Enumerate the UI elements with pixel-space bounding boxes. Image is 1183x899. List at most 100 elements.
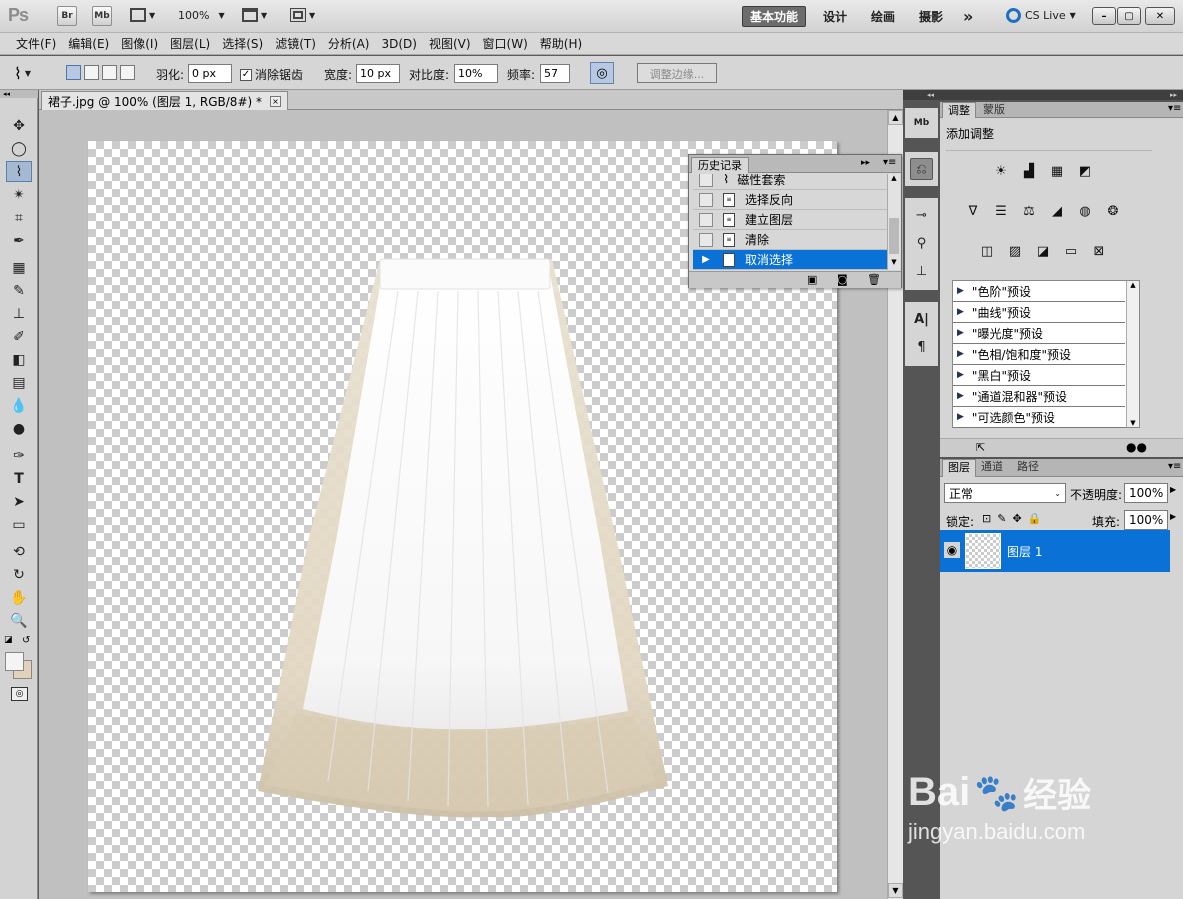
crop-tool-icon[interactable]: ⌗ — [6, 207, 32, 228]
history-tab[interactable]: 历史记录 — [691, 157, 749, 173]
antialias-checkbox[interactable]: ✓ 消除锯齿 — [240, 66, 303, 83]
view-extras-dropdown[interactable]: ▼ — [130, 8, 155, 22]
elliptical-marquee-tool-icon[interactable]: ◯ — [6, 138, 32, 159]
preset-item[interactable]: ▶ "曝光度"预设 — [953, 323, 1125, 344]
layer-row-selected[interactable]: ◉ 图层 1 — [940, 530, 1170, 572]
lock-image-pixels-icon[interactable]: ✎ — [997, 512, 1006, 525]
close-document-icon[interactable]: × — [270, 95, 281, 107]
fill-input[interactable]: 100% — [1124, 510, 1168, 530]
preset-item[interactable]: ▶ "通道混和器"预设 — [953, 386, 1125, 407]
history-brush-tool-icon[interactable]: ✐ — [6, 326, 32, 347]
brightness-contrast-icon[interactable]: ☀ — [990, 160, 1012, 182]
history-brush-source-icon[interactable]: ▶ — [699, 252, 713, 267]
new-selection-icon[interactable] — [66, 65, 81, 80]
preset-item[interactable]: ▶ "色阶"预设 — [953, 281, 1125, 302]
eraser-tool-icon[interactable]: ◧ — [6, 349, 32, 370]
new-snapshot-icon[interactable]: ◙ — [837, 273, 848, 286]
selective-color-icon[interactable]: ⊠ — [1088, 240, 1110, 262]
bridge-button[interactable]: Br — [57, 6, 77, 26]
color-balance-icon[interactable]: ⚖ — [1018, 200, 1040, 222]
width-input[interactable]: 10 px — [356, 64, 400, 83]
tab-layers[interactable]: 图层 — [942, 459, 976, 477]
history-brush-source-icon[interactable] — [699, 232, 713, 247]
3d-rotate-tool-icon[interactable]: ⟲ — [6, 541, 32, 562]
brush-tool-icon[interactable]: ✎ — [6, 280, 32, 301]
history-item[interactable]: ≡ 清除 — [693, 230, 887, 250]
threshold-icon[interactable]: ◪ — [1032, 240, 1054, 262]
menu-view[interactable]: 视图(V) — [423, 33, 477, 55]
lock-transparent-pixels-icon[interactable]: ⊡ — [982, 512, 991, 525]
scroll-down-icon[interactable]: ▼ — [1127, 419, 1139, 427]
invert-icon[interactable]: ◫ — [976, 240, 998, 262]
paragraph-panel-icon[interactable]: ¶ — [910, 336, 933, 358]
collapse-panel-icon[interactable]: ▸▸ — [861, 158, 870, 168]
scroll-up-icon[interactable]: ▲ — [888, 110, 903, 125]
return-to-list-icon[interactable]: ⇱ — [976, 441, 985, 454]
history-brush-source-icon[interactable] — [699, 174, 713, 187]
tab-channels[interactable]: 通道 — [976, 459, 1008, 475]
preset-item[interactable]: ▶ "可选颜色"预设 — [953, 407, 1125, 428]
eyedropper-tool-icon[interactable]: ✒ — [6, 230, 32, 251]
presets-scrollbar[interactable]: ▲ ▼ — [1126, 281, 1139, 427]
new-document-from-state-icon[interactable]: ▣ — [807, 273, 817, 286]
zoom-tool-icon[interactable]: 🔍 — [6, 610, 32, 631]
preset-item[interactable]: ▶ "色相/饱和度"预设 — [953, 344, 1125, 365]
type-tool-icon[interactable]: T — [6, 468, 32, 489]
character-panel-icon[interactable]: A| — [910, 308, 933, 330]
posterize-icon[interactable]: ▨ — [1004, 240, 1026, 262]
panel-menu-icon[interactable]: ▾≡ — [1168, 461, 1181, 472]
menu-help[interactable]: 帮助(H) — [534, 33, 588, 55]
collapse-toolbox-icon[interactable]: ◂◂ — [0, 90, 38, 98]
pen-tool-icon[interactable]: ✑ — [6, 445, 32, 466]
menu-file[interactable]: 文件(F) — [10, 33, 62, 55]
3d-orbit-tool-icon[interactable]: ↻ — [6, 564, 32, 585]
lock-all-icon[interactable]: 🔒 — [1028, 512, 1042, 525]
swap-colors-icon[interactable]: ↺ — [22, 635, 30, 646]
fill-slider-icon[interactable]: ▶ — [1170, 512, 1176, 521]
photo-filter-icon[interactable]: ◍ — [1074, 200, 1096, 222]
scroll-up-icon[interactable]: ▲ — [888, 174, 900, 182]
refine-edge-button[interactable]: 调整边缘... — [637, 63, 717, 83]
tab-masks[interactable]: 蒙版 — [978, 102, 1010, 118]
menu-select[interactable]: 选择(S) — [216, 33, 269, 55]
history-scrollbar[interactable]: ▲ ▼ — [887, 174, 900, 270]
blend-mode-select[interactable]: 正常 ⌄ — [944, 483, 1066, 503]
menu-3d[interactable]: 3D(D) — [375, 33, 422, 55]
menu-filter[interactable]: 滤镜(T) — [269, 33, 322, 55]
frequency-input[interactable]: 57 — [540, 64, 570, 83]
workspace-painting[interactable]: 绘画 — [864, 6, 902, 27]
mini-bridge-icon[interactable]: Mb — [910, 112, 933, 134]
maximize-button[interactable]: ▢ — [1117, 7, 1141, 25]
dodge-tool-icon[interactable]: ● — [6, 418, 32, 439]
zoom-level-dropdown[interactable]: 100% ▼ — [178, 9, 225, 22]
preset-item[interactable]: ▶ "黑白"预设 — [953, 365, 1125, 386]
scroll-up-icon[interactable]: ▲ — [1127, 281, 1139, 289]
menu-layer[interactable]: 图层(L) — [164, 33, 216, 55]
path-selection-tool-icon[interactable]: ➤ — [6, 491, 32, 512]
clone-stamp-tool-icon[interactable]: ⊥ — [6, 303, 32, 324]
levels-icon[interactable]: ▟ — [1018, 160, 1040, 182]
tablet-pressure-icon[interactable]: ◎ — [590, 62, 614, 84]
brush-presets-icon[interactable]: ⚲ — [910, 232, 933, 254]
add-to-selection-icon[interactable] — [84, 65, 99, 80]
minimize-button[interactable]: – — [1092, 7, 1116, 25]
clone-source-icon[interactable]: ⊥ — [910, 260, 933, 282]
history-panel-icon[interactable]: ⎌ — [910, 158, 933, 180]
magnetic-lasso-tool-icon[interactable]: ⌇ — [6, 161, 32, 182]
preset-item[interactable]: ▶ "曲线"预设 — [953, 302, 1125, 323]
expand-dock-icon[interactable]: ◂◂ — [903, 90, 940, 100]
history-item[interactable]: ⌇ 磁性套索 — [693, 174, 887, 190]
scroll-thumb[interactable] — [889, 218, 899, 254]
healing-brush-tool-icon[interactable]: ▦ — [6, 257, 32, 278]
magic-wand-tool-icon[interactable]: ✴ — [6, 184, 32, 205]
gradient-tool-icon[interactable]: ▤ — [6, 372, 32, 393]
tab-paths[interactable]: 路径 — [1012, 459, 1044, 475]
panel-menu-icon[interactable]: ▾≡ — [1168, 103, 1181, 114]
opacity-slider-icon[interactable]: ▶ — [1170, 485, 1176, 494]
collapse-panels-icon[interactable]: ▸▸ — [940, 90, 1183, 100]
workspace-design[interactable]: 设计 — [816, 6, 854, 27]
panel-menu-icon[interactable]: ▾≡ — [883, 157, 896, 168]
exposure-icon[interactable]: ◩ — [1074, 160, 1096, 182]
scroll-down-icon[interactable]: ▼ — [888, 883, 903, 898]
feather-input[interactable]: 0 px — [188, 64, 232, 83]
